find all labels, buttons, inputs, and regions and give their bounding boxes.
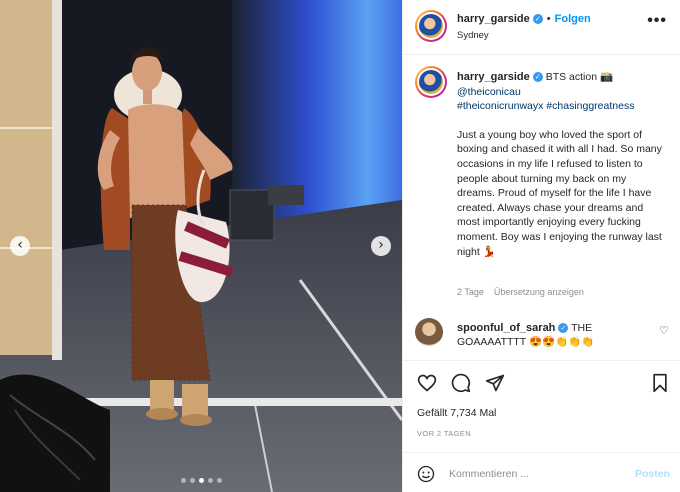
- post-comment-button[interactable]: Posten: [635, 468, 670, 480]
- carousel-next-button[interactable]: ›: [371, 236, 391, 256]
- carousel-prev-button[interactable]: ‹: [10, 236, 30, 256]
- avatar[interactable]: [415, 10, 447, 42]
- comment-input[interactable]: [449, 466, 619, 482]
- verified-badge-icon: ✓: [532, 14, 543, 25]
- post-photo[interactable]: ‹ ›: [0, 0, 402, 492]
- like-count[interactable]: Gefällt 7,734 Mal: [417, 407, 496, 419]
- caption-age: 2 Tage: [457, 287, 484, 297]
- caption-username[interactable]: harry_garside: [457, 71, 530, 83]
- author-username[interactable]: harry_garside: [457, 13, 530, 25]
- carousel-dot-active: [198, 478, 204, 483]
- like-heart-icon[interactable]: [417, 373, 437, 393]
- separator: •: [546, 13, 551, 25]
- caption-block: harry_garside ✓ BTS action 📸 @theiconicau…: [403, 56, 680, 310]
- save-bookmark-icon[interactable]: [651, 373, 669, 393]
- comment-like-heart-icon[interactable]: ♡: [659, 324, 669, 337]
- mention-link[interactable]: @theiconicau: [457, 85, 667, 100]
- caption-text: harry_garside ✓ BTS action 📸 @theiconicau…: [457, 70, 667, 259]
- commenter-avatar[interactable]: [415, 318, 443, 346]
- follow-button[interactable]: Folgen: [555, 13, 591, 25]
- action-bar: Gefällt 7,734 Mal VOR 2 TAGEN: [403, 360, 680, 440]
- verified-badge-icon: ✓: [558, 323, 569, 334]
- action-icons: [417, 373, 505, 393]
- post-sidebar: harry_garside ✓ • Folgen Sydney ••• harry_g…: [402, 0, 680, 492]
- verified-badge-icon: ✓: [532, 72, 543, 83]
- comment-item: spoonful_of_sarah ✓ THE GOAAAATTTT 😍😍👏👏👏 …: [403, 310, 680, 360]
- backstage-photo: [0, 0, 402, 492]
- post-header: harry_garside ✓ • Folgen Sydney •••: [403, 0, 680, 55]
- comment-composer: Posten: [403, 452, 680, 492]
- carousel-dot: [207, 478, 213, 483]
- more-options-icon[interactable]: •••: [647, 12, 667, 30]
- avatar[interactable]: [415, 66, 447, 98]
- emoji-smiley-icon[interactable]: [417, 465, 435, 483]
- comment-bubble-icon[interactable]: [451, 373, 471, 393]
- share-paper-plane-icon[interactable]: [485, 373, 505, 393]
- post-timestamp: VOR 2 TAGEN: [417, 429, 472, 438]
- commenter-username[interactable]: spoonful_of_sarah: [457, 322, 555, 334]
- translate-link[interactable]: Übersetzung anzeigen: [494, 287, 584, 297]
- caption-first-line: BTS action 📸: [545, 71, 614, 83]
- hashtag-links[interactable]: #theiconicrunwayx #chasinggreatness: [457, 99, 667, 114]
- header-name-row: harry_garside ✓ • Folgen: [457, 13, 591, 25]
- location-link[interactable]: Sydney: [457, 30, 489, 41]
- carousel-dot: [189, 478, 195, 483]
- carousel-indicator: [0, 478, 402, 483]
- caption-body: Just a young boy who loved the sport of …: [457, 128, 662, 258]
- carousel-dot: [216, 478, 222, 483]
- caption-meta: 2 Tage Übersetzung anzeigen: [457, 287, 584, 297]
- carousel-dot: [180, 478, 186, 483]
- instagram-post: ‹ › harry_garside ✓ • Folgen Sydney ••• har…: [0, 0, 680, 492]
- comment-text: spoonful_of_sarah ✓ THE GOAAAATTTT 😍😍👏👏👏: [457, 321, 647, 349]
